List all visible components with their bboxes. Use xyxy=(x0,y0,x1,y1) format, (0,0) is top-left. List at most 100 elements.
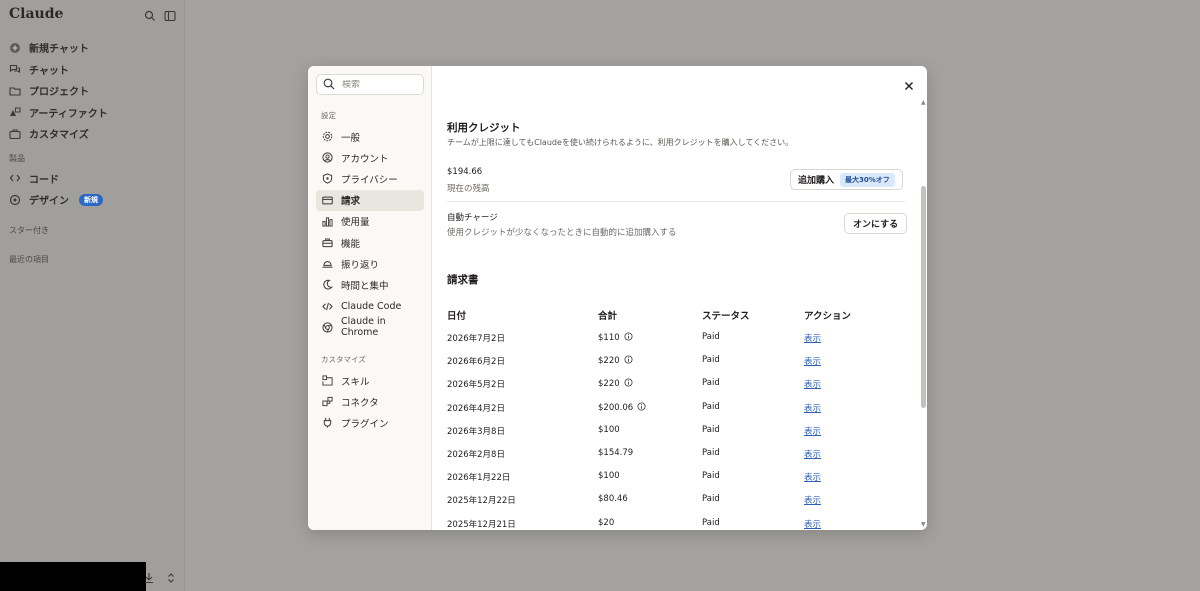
settings-search[interactable] xyxy=(316,74,424,95)
view-invoice-link[interactable]: 表示 xyxy=(804,471,821,483)
invoice-total: $20 xyxy=(598,518,614,528)
view-invoice-link[interactable]: 表示 xyxy=(804,378,821,390)
menu-item-privacy[interactable]: プライバシー xyxy=(316,168,424,189)
invoice-total-value: $220 xyxy=(598,379,620,390)
auto-charge-enable-button[interactable]: オンにする xyxy=(844,213,908,234)
menu-item-plugins[interactable]: プラグイン xyxy=(316,412,424,433)
search-icon xyxy=(323,75,335,94)
invoice-total-value: $220 xyxy=(598,356,620,367)
code-brackets-icon xyxy=(322,301,333,312)
invoice-total: $80.46 xyxy=(598,494,628,504)
nav-projects[interactable]: プロジェクト xyxy=(8,80,178,102)
table-row: 2026年5月2日 $220 Paid 表示 xyxy=(447,378,907,392)
settings-search-input[interactable] xyxy=(342,79,412,90)
user-profile-area[interactable] xyxy=(0,562,146,591)
invoice-date: 2026年1月22日 xyxy=(447,473,511,484)
nav-code[interactable]: コード xyxy=(8,168,178,190)
menu-item-skills[interactable]: スキル xyxy=(316,370,424,391)
menu-item-claude-in-chrome[interactable]: Claude in Chrome xyxy=(316,316,424,339)
design-icon xyxy=(8,193,21,206)
nav-customize-label: カスタマイズ xyxy=(29,130,89,142)
menu-item-general[interactable]: 一般 xyxy=(316,126,424,147)
recent-section-label: 最近の項目 xyxy=(9,254,49,264)
settings-nav: 設定 一般 アカウント プライバシー 請求 使用量 xyxy=(308,66,432,530)
download-icon[interactable] xyxy=(144,569,154,584)
chat-bubbles-icon xyxy=(8,63,21,76)
connector-icon xyxy=(322,396,333,407)
sidebar-toggle-icon[interactable] xyxy=(164,7,176,22)
invoice-status: Paid xyxy=(702,471,720,482)
menu-item-label: 振り返り xyxy=(341,259,380,271)
settings-section-label: 設定 xyxy=(321,111,336,120)
invoice-status: Paid xyxy=(702,332,720,342)
view-invoice-link[interactable]: 表示 xyxy=(804,425,821,437)
invoice-total-value: $80.46 xyxy=(598,494,628,505)
view-invoice-link[interactable]: 表示 xyxy=(804,518,821,530)
invoice-status: Paid xyxy=(702,448,720,458)
auto-charge-enable-label: オンにする xyxy=(853,220,899,230)
bar-chart-icon xyxy=(322,216,333,227)
menu-item-label: 機能 xyxy=(341,238,361,250)
menu-item-account[interactable]: アカウント xyxy=(316,147,424,168)
menu-item-usage[interactable]: 使用量 xyxy=(316,211,424,232)
nav-artifacts[interactable]: アーティファクト xyxy=(8,102,178,124)
menu-item-label: プラグイン xyxy=(341,418,389,430)
nav-chats[interactable]: チャット xyxy=(8,59,178,81)
settings-menu: 一般 アカウント プライバシー 請求 使用量 機能 振り返り 時間と集中 Cla… xyxy=(316,126,424,338)
search-icon[interactable] xyxy=(144,7,156,21)
buy-credits-button[interactable]: 追加購入 最大30%オフ xyxy=(790,169,903,190)
menu-item-claude-code[interactable]: Claude Code xyxy=(316,296,424,317)
menu-item-connectors[interactable]: コネクタ xyxy=(316,391,424,412)
scrollbar-thumb[interactable] xyxy=(921,186,926,408)
menu-item-features[interactable]: 機能 xyxy=(316,232,424,253)
invoice-date: 2026年7月2日 xyxy=(447,334,505,344)
scroll-down-arrow[interactable]: ▼ xyxy=(921,521,926,528)
invoice-date: 2025年12月22日 xyxy=(447,496,516,507)
chevron-updown-icon[interactable] xyxy=(166,569,176,583)
menu-item-label: Claude Code xyxy=(341,300,402,312)
invoice-total-value: $154.79 xyxy=(598,448,634,458)
view-invoice-link[interactable]: 表示 xyxy=(804,402,821,414)
credit-balance-label: 現在の残高 xyxy=(447,184,490,194)
invoice-total-value: $200.06 xyxy=(598,402,634,413)
nav-code-label: コード xyxy=(29,174,59,186)
nav-design[interactable]: デザイン 新規 xyxy=(8,189,178,211)
table-row: 2026年1月22日 $100 Paid 表示 xyxy=(447,471,907,485)
settings-modal: 設定 一般 アカウント プライバシー 請求 使用量 xyxy=(308,66,927,530)
products-section-label: 製品 xyxy=(9,153,25,163)
toolbox-icon xyxy=(322,237,333,248)
menu-item-time-focus[interactable]: 時間と集中 xyxy=(316,274,424,295)
sunset-icon xyxy=(322,258,333,269)
nav-projects-label: プロジェクト xyxy=(29,87,89,99)
view-invoice-link[interactable]: 表示 xyxy=(804,448,821,460)
nav-customize[interactable]: カスタマイズ xyxy=(8,123,178,145)
nav-new-chat[interactable]: 新規チャット xyxy=(8,37,178,59)
info-icon[interactable] xyxy=(633,402,646,413)
invoice-total-value: $110 xyxy=(598,333,620,343)
view-invoice-link[interactable]: 表示 xyxy=(804,332,821,344)
credit-balance: $194.66 xyxy=(447,167,483,177)
menu-item-label: Claude in Chrome xyxy=(341,316,386,339)
table-row: 2026年6月2日 $220 Paid 表示 xyxy=(447,355,907,369)
invoice-total-value: $100 xyxy=(598,471,620,482)
invoice-total: $220 xyxy=(598,378,633,389)
customize-menu: スキル コネクタ プラグイン xyxy=(316,370,424,434)
starred-section-label: スター付き xyxy=(9,225,49,235)
info-icon[interactable] xyxy=(620,355,633,366)
scroll-up-arrow[interactable]: ▲ xyxy=(921,99,926,106)
credits-description: チームが上限に達してもClaudeを使い続けられるように、利用クレジットを購入し… xyxy=(447,138,794,147)
plus-circle-icon xyxy=(8,41,21,54)
column-header-date: 日付 xyxy=(447,311,467,322)
nav-new-chat-label: 新規チャット xyxy=(29,44,89,56)
menu-item-billing[interactable]: 請求 xyxy=(316,189,424,211)
invoices-title: 請求書 xyxy=(447,274,479,286)
view-invoice-link[interactable]: 表示 xyxy=(804,355,821,367)
info-icon[interactable] xyxy=(620,378,633,389)
invoice-table-header: 日付 合計 ステータス アクション xyxy=(447,308,907,322)
invoice-total: $154.79 xyxy=(598,448,633,458)
info-icon[interactable] xyxy=(620,332,633,343)
column-header-total: 合計 xyxy=(598,311,618,322)
view-invoice-link[interactable]: 表示 xyxy=(804,494,821,506)
invoice-date: 2025年12月21日 xyxy=(447,519,516,530)
menu-item-reflection[interactable]: 振り返り xyxy=(316,253,424,274)
